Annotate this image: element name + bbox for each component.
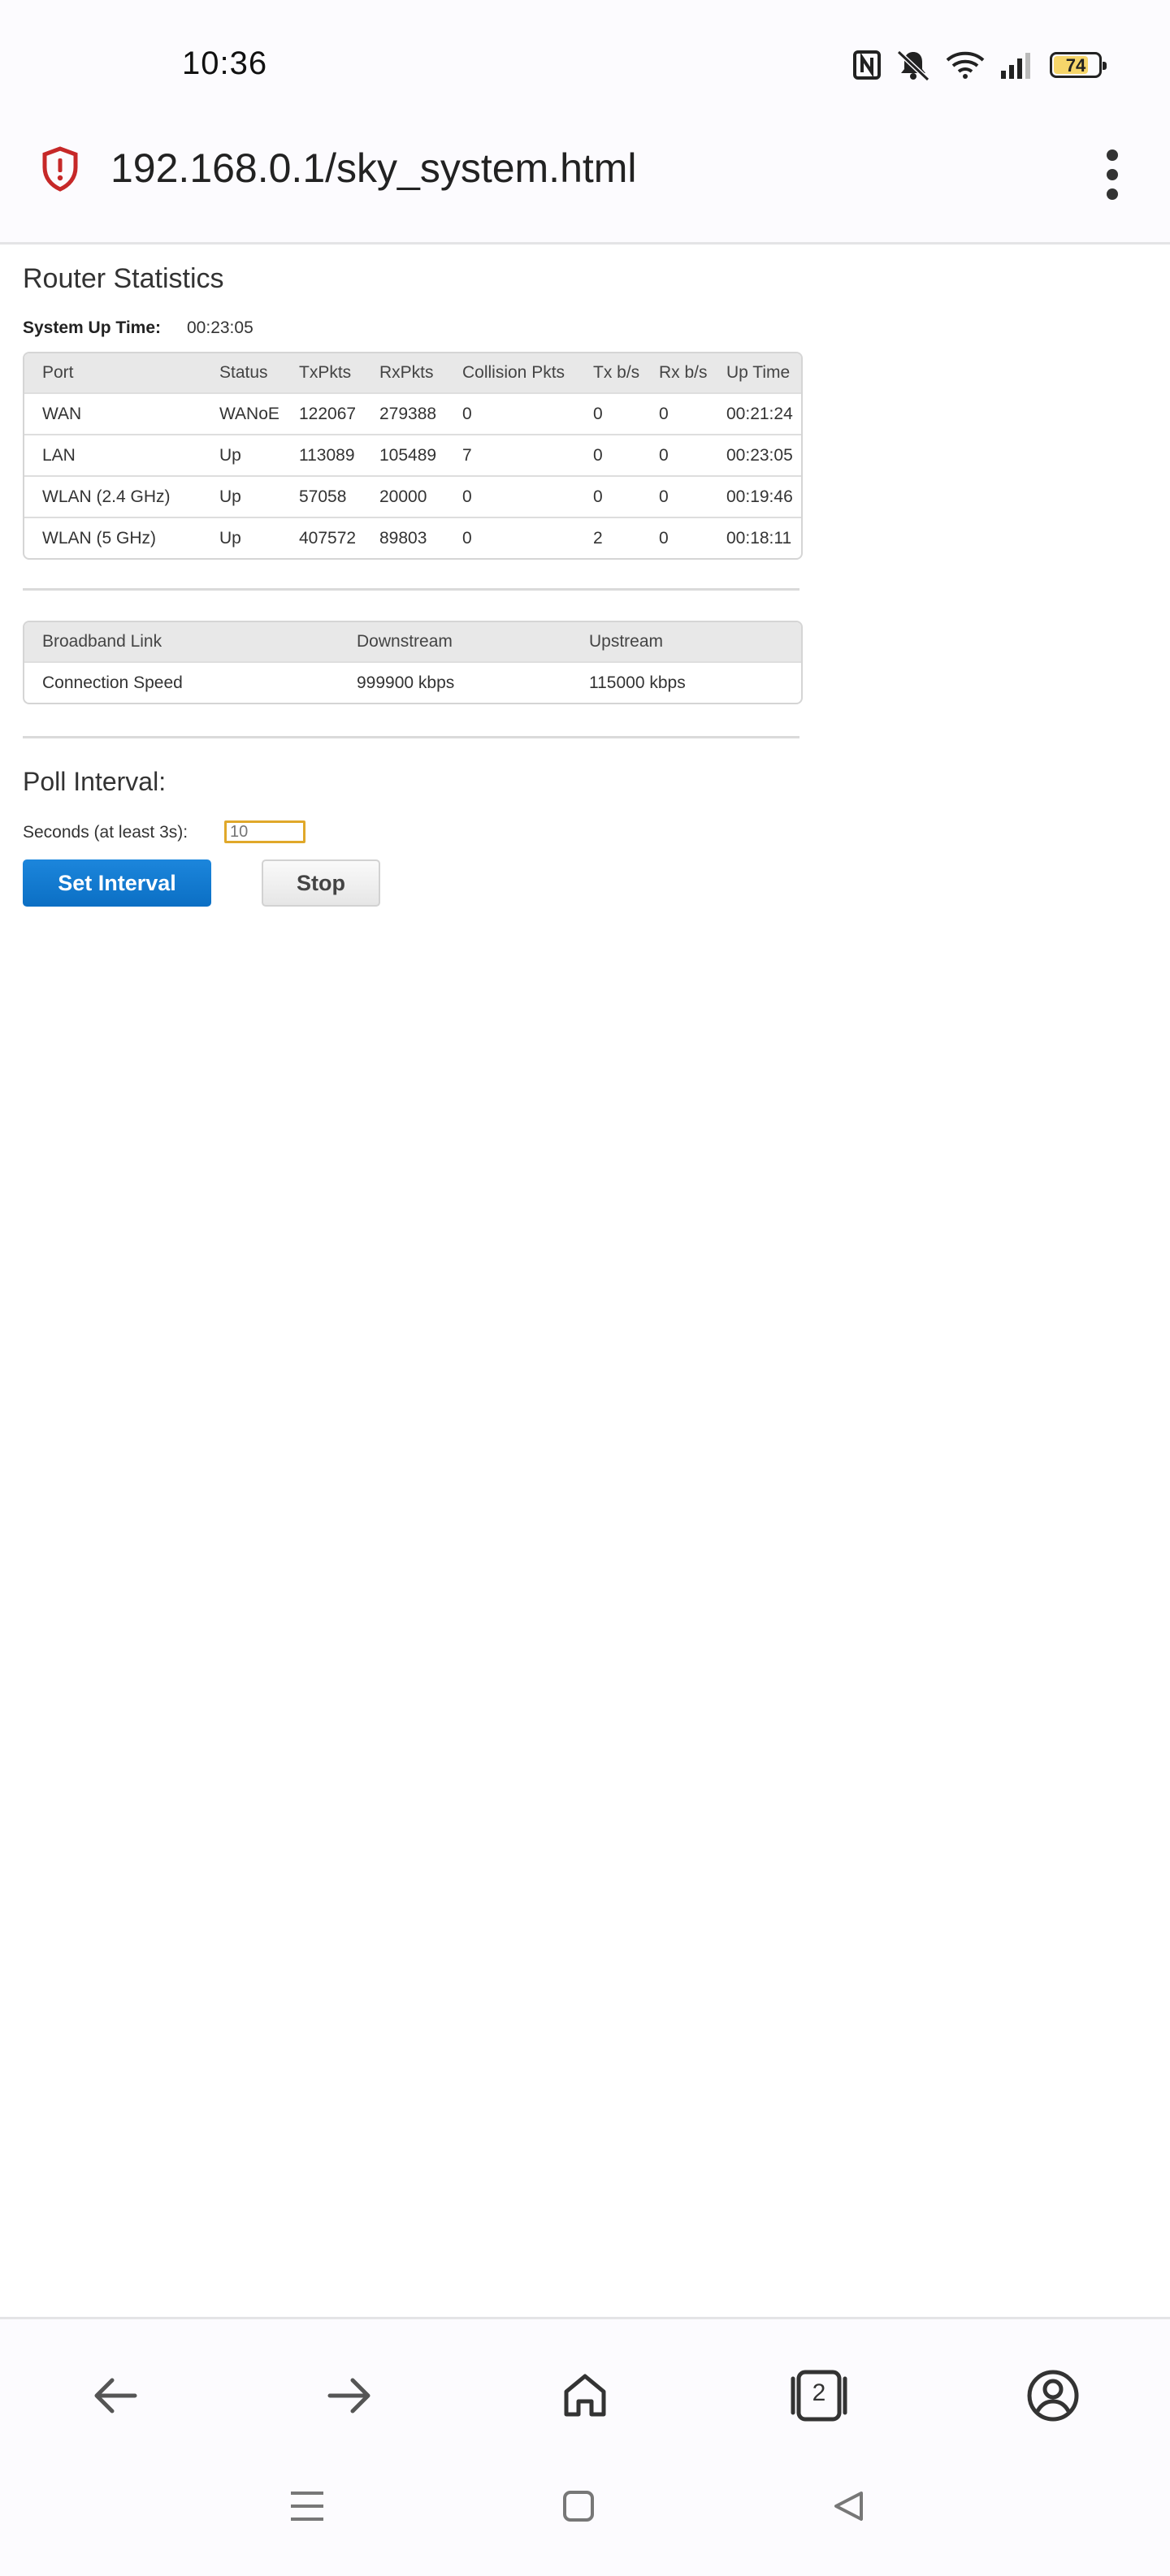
column-header: Downstream — [357, 632, 453, 651]
column-header: TxPkts — [299, 363, 352, 382]
clock: 10:36 — [182, 45, 268, 81]
table-cell: 20000 — [379, 487, 427, 506]
table-cell: 2 — [593, 528, 603, 548]
wifi-icon — [946, 50, 985, 80]
table-cell: Up — [219, 528, 241, 548]
column-header: Upstream — [589, 632, 664, 651]
table-cell: 0 — [659, 528, 669, 548]
table-cell: Connection Speed — [42, 673, 183, 692]
table-cell: 115000 kbps — [589, 673, 686, 692]
table-cell: 0 — [462, 487, 472, 506]
table-cell: 999900 kbps — [357, 673, 455, 692]
table-row: Connection Speed 999900 kbps 115000 kbps — [24, 661, 801, 703]
shield-alert-icon[interactable] — [41, 146, 80, 196]
column-header: Collision Pkts — [462, 363, 566, 382]
column-header: Broadband Link — [42, 632, 162, 651]
table-cell: 0 — [462, 404, 472, 423]
table-cell: 279388 — [379, 404, 437, 423]
table-cell: Up — [219, 487, 241, 506]
table-header-row: Broadband Link Downstream Upstream — [24, 622, 801, 661]
table-cell: 0 — [659, 445, 669, 465]
account-icon[interactable] — [1020, 2363, 1086, 2428]
set-interval-button[interactable]: Set Interval — [23, 859, 211, 907]
table-cell: 89803 — [379, 528, 427, 548]
stop-button[interactable]: Stop — [262, 859, 380, 907]
table-cell: 7 — [462, 445, 472, 465]
home-gesture-icon[interactable] — [562, 2490, 595, 2526]
table-cell: 00:18:11 — [726, 528, 792, 548]
table-cell: 0 — [659, 404, 669, 423]
table-cell: 00:19:46 — [726, 487, 793, 506]
column-header: Tx b/s — [593, 363, 640, 382]
table-cell: WLAN (2.4 GHz) — [42, 487, 171, 506]
battery-level: 74 — [1065, 55, 1086, 76]
table-cell: LAN — [42, 445, 76, 465]
table-cell: 57058 — [299, 487, 347, 506]
signal-icon — [999, 51, 1035, 79]
column-header: Status — [219, 363, 268, 382]
recent-apps-icon[interactable] — [289, 2490, 325, 2526]
column-header: Port — [42, 363, 74, 382]
browser-bottom-nav: 2 — [0, 2317, 1170, 2576]
poll-seconds-label: Seconds (at least 3s): — [23, 823, 188, 842]
table-header-row: Port Status TxPkts RxPkts Collision Pkts… — [24, 353, 801, 392]
more-vert-icon[interactable] — [1107, 149, 1120, 200]
table-row: WAN WANoE 122067 279388 0 0 0 00:21:24 — [24, 392, 801, 434]
forward-icon[interactable] — [317, 2363, 382, 2428]
table-cell: 00:21:24 — [726, 404, 793, 423]
table-cell: WAN — [42, 404, 82, 423]
column-header: RxPkts — [379, 363, 434, 382]
table-cell: 122067 — [299, 404, 357, 423]
tab-count: 2 — [812, 2379, 826, 2406]
divider — [23, 736, 800, 738]
system-back-icon[interactable] — [832, 2490, 864, 2526]
home-icon[interactable] — [552, 2363, 618, 2428]
status-icons: 74 — [853, 45, 1107, 84]
tabs-icon[interactable]: 2 — [786, 2363, 852, 2428]
table-cell: 113089 — [299, 445, 355, 465]
table-cell: 407572 — [299, 528, 357, 548]
table-cell: 105489 — [379, 445, 437, 465]
uptime-value: 00:23:05 — [187, 318, 254, 337]
status-bar: 10:36 74 — [0, 0, 1170, 122]
table-cell: 0 — [593, 487, 603, 506]
nfc-icon — [853, 50, 881, 80]
poll-interval-title: Poll Interval: — [23, 767, 167, 796]
table-cell: 0 — [462, 528, 472, 548]
table-cell: 0 — [593, 445, 603, 465]
page-title: Router Statistics — [23, 263, 224, 294]
column-header: Up Time — [726, 363, 791, 382]
browser-toolbar: 192.168.0.1/sky_system.html — [0, 122, 1170, 245]
table-row: WLAN (2.4 GHz) Up 57058 20000 0 0 0 00:1… — [24, 475, 801, 517]
battery-icon: 74 — [1050, 52, 1107, 78]
column-header: Rx b/s — [659, 363, 708, 382]
uptime-label: System Up Time: — [23, 318, 161, 337]
divider — [23, 588, 800, 591]
table-cell: 0 — [593, 404, 603, 423]
table-cell: 0 — [659, 487, 669, 506]
table-cell: 00:23:05 — [726, 445, 793, 465]
table-cell: Up — [219, 445, 241, 465]
table-row: WLAN (5 GHz) Up 407572 89803 0 2 0 00:18… — [24, 517, 801, 558]
table-cell: WLAN (5 GHz) — [42, 528, 157, 548]
poll-seconds-input[interactable] — [224, 820, 306, 843]
stats-table: Port Status TxPkts RxPkts Collision Pkts… — [23, 352, 803, 560]
url-field[interactable]: 192.168.0.1/sky_system.html — [110, 145, 637, 192]
table-row: LAN Up 113089 105489 7 0 0 00:23:05 — [24, 434, 801, 475]
broadband-table: Broadband Link Downstream Upstream Conne… — [23, 621, 803, 704]
mute-bell-icon — [895, 49, 931, 81]
table-cell: WANoE — [219, 404, 280, 423]
back-icon[interactable] — [83, 2363, 148, 2428]
